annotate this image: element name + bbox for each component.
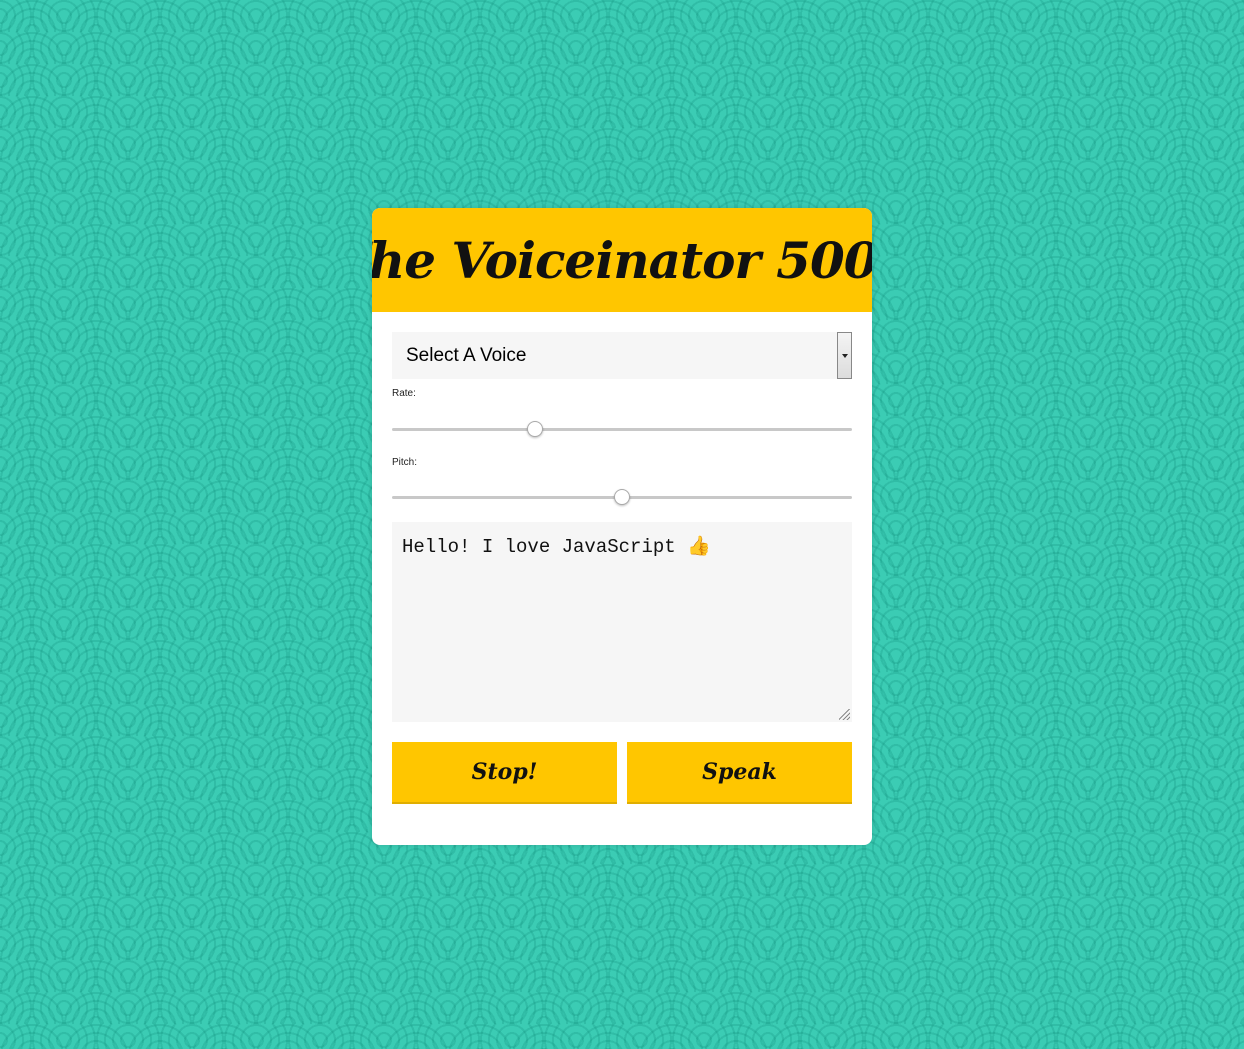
rate-slider-thumb[interactable] [526, 421, 543, 437]
message-textarea[interactable]: Hello! I love JavaScript 👍 [392, 522, 852, 722]
pitch-label: Pitch: [392, 457, 418, 468]
rate-slider-track[interactable] [392, 428, 852, 431]
resize-grip-icon[interactable] [839, 709, 850, 720]
pitch-slider-thumb[interactable] [614, 489, 630, 505]
header: The Voiceinator 5000 [372, 208, 872, 312]
rate-slider[interactable] [392, 399, 852, 457]
controls: Select A Voice Rate: Pitch: Hello! I lov… [372, 312, 872, 804]
chevron-down-icon [841, 353, 848, 358]
voiceinator-panel: The Voiceinator 5000 Select A Voice Rate… [372, 208, 872, 845]
rate-label: Rate: [392, 388, 416, 399]
voice-select[interactable]: Select A Voice [392, 332, 852, 379]
pitch-slider[interactable] [392, 468, 852, 525]
dropdown-arrow-button[interactable] [837, 332, 852, 379]
button-row: Stop! Speak [392, 742, 852, 804]
voice-select-value: Select A Voice [406, 345, 527, 366]
message-text: Hello! I love JavaScript 👍 [402, 536, 711, 558]
stop-button[interactable]: Stop! [392, 742, 617, 804]
app-title: The Voiceinator 5000 [372, 230, 872, 290]
speak-button[interactable]: Speak [627, 742, 852, 804]
